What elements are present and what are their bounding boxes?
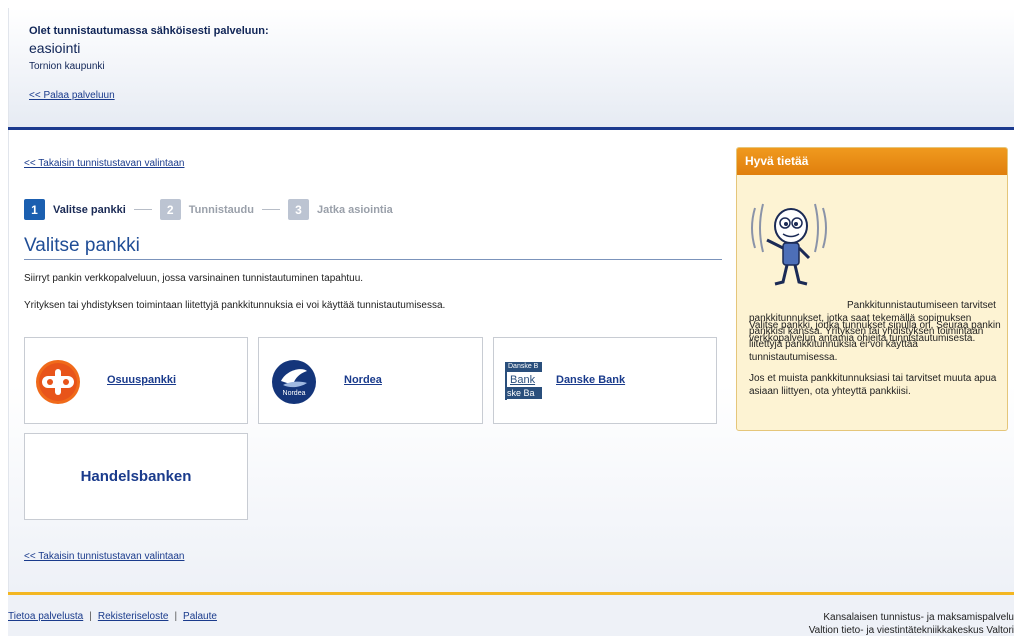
step-1-number: 1	[24, 199, 45, 220]
danske-logo-bottom-text: ske Ba	[507, 387, 542, 399]
privacy-statement-link[interactable]: Rekisteriseloste	[98, 611, 169, 622]
page-title: Valitse pankki	[24, 235, 722, 260]
osuuspankki-logo-icon	[36, 360, 80, 404]
danske-bank-link[interactable]: Danske Bank	[556, 374, 625, 386]
bank-option-handelsbanken[interactable]: Handelsbanken	[24, 433, 248, 520]
main-content: << Takaisin tunnistustavan valintaan 1 V…	[8, 130, 1014, 592]
page-footer: Tietoa palvelusta | Rekisteriseloste | P…	[8, 595, 1014, 636]
nordea-link[interactable]: Nordea	[344, 374, 382, 386]
footer-provider-info: Kansalaisen tunnistus- ja maksamispalvel…	[809, 611, 1014, 636]
bank-option-nordea[interactable]: Nordea Nordea	[258, 337, 483, 424]
info-paragraph-2: Valitse pankki, jonka tunnukset sinulla …	[749, 320, 1001, 344]
nordea-logo-text: Nordea	[283, 390, 306, 397]
step-separator	[261, 209, 280, 210]
bank-option-osuuspankki[interactable]: Osuuspankki	[24, 337, 248, 424]
back-to-method-link-bottom[interactable]: << Takaisin tunnistustavan valintaan	[24, 551, 184, 562]
intro-text: Siirryt pankin verkkopalveluun, jossa va…	[24, 273, 364, 284]
service-name: easiointi	[29, 40, 81, 56]
footer-links: Tietoa palvelusta | Rekisteriseloste | P…	[8, 611, 217, 622]
service-header: Olet tunnistautumassa sähköisesti palvel…	[8, 8, 1014, 127]
good-to-know-panel: Hyvä tietää Pankkitunnistautumiseen tarv…	[736, 147, 1008, 431]
return-to-service-link[interactable]: << Palaa palveluun	[29, 90, 115, 101]
organization-name: Tornion kaupunki	[29, 61, 105, 72]
about-service-link[interactable]: Tietoa palvelusta	[8, 611, 83, 622]
nordea-logo-icon: Nordea	[272, 360, 316, 404]
osuuspankki-link[interactable]: Osuuspankki	[107, 374, 176, 386]
footer-provider-name: Valtion tieto- ja viestintätekniikkakesk…	[808, 625, 1014, 636]
danske-logo-top-text: Danske B	[507, 362, 542, 372]
back-to-method-link-top[interactable]: << Takaisin tunnistustavan valintaan	[24, 158, 184, 169]
step-3-label: Jatka asiointia	[316, 203, 393, 216]
business-note-text: Yrityksen tai yhdistyksen toimintaan lii…	[24, 300, 446, 311]
info-paragraph-3: Jos et muista pankkitunnuksiasi tai tarv…	[749, 373, 997, 397]
feedback-link[interactable]: Palaute	[183, 611, 217, 622]
handelsbanken-logo-text[interactable]: Handelsbanken	[81, 468, 192, 485]
footer-separator: |	[89, 611, 92, 622]
danske-bank-logo-icon: Danske B Bank ske Ba	[505, 362, 542, 400]
danske-logo-mid-text: Bank	[510, 374, 536, 386]
bank-option-danske-bank[interactable]: Danske B Bank ske Ba Danske Bank	[493, 337, 717, 424]
header-intro: Olet tunnistautumassa sähköisesti palvel…	[29, 25, 269, 37]
step-indicator: 1 Valitse pankki 2 Tunnistaudu 3 Jatka a…	[24, 199, 393, 220]
step-3-number: 3	[287, 199, 309, 220]
footer-service-name: Kansalaisen tunnistus- ja maksamispalvel…	[823, 612, 1014, 623]
footer-separator: |	[174, 611, 178, 622]
info-panel-title: Hyvä tietää	[737, 148, 1007, 175]
step-2-label: Tunnistaudu	[188, 203, 254, 216]
step-separator	[133, 209, 152, 210]
step-2-number: 2	[159, 199, 181, 220]
step-1-label: Valitse pankki	[53, 203, 126, 216]
